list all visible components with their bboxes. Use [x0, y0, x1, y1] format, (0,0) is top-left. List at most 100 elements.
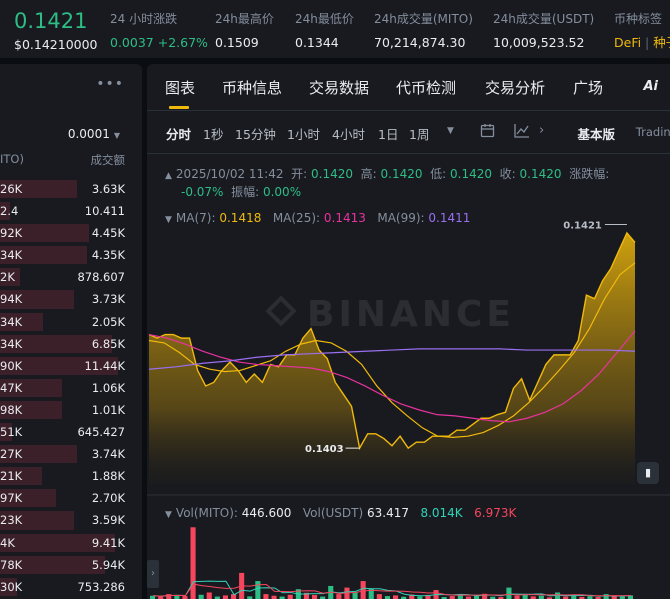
more-dots-icon[interactable]: ••• [96, 76, 124, 92]
ask-total: 1.88K [91, 469, 125, 484]
ask-total: 2.05K [91, 314, 125, 329]
tradingview-toggle[interactable]: Trading [636, 125, 670, 139]
ask-total: 645.427 [77, 425, 125, 440]
ai-assistant-icon[interactable]: Ai [643, 79, 658, 94]
ask-row[interactable]: 90K 11.44K [0, 355, 142, 377]
volume-bar [287, 594, 293, 599]
stat-label: 24h成交量(USDT) [493, 12, 595, 26]
volume-bar [312, 594, 318, 599]
tab-trade-data[interactable]: 交易数据 [309, 77, 369, 98]
ask-quantity: 78K [0, 557, 23, 572]
volume-bar [376, 594, 382, 599]
interval-1s[interactable]: 1秒 [203, 124, 223, 143]
scroll-left-icon[interactable]: › [147, 560, 159, 588]
ask-total: 11.44K [84, 358, 125, 373]
collapse-caret-icon[interactable]: ▲ [165, 171, 172, 181]
ask-rows: 26K 3.63K 2.4 10.411 92K 4.45K 34K 4.35K 2K 878.6… [0, 178, 142, 598]
interval-time[interactable]: 分时 [166, 124, 191, 143]
interval-4h[interactable]: 4小时 [332, 124, 365, 143]
tab-token-check[interactable]: 代币检测 [396, 77, 456, 98]
precision-select[interactable]: 0.0001 ▼ [68, 127, 120, 141]
tag-seed[interactable]: 种子 [653, 35, 670, 50]
ask-row[interactable]: 34K 4.35K [0, 244, 142, 266]
stat-24h-vol-mito: 24h成交量(MITO) 70,214,874.30 [374, 12, 473, 50]
ask-row[interactable]: 47K 1.06K [0, 377, 142, 399]
ask-row[interactable]: 98K 1.01K [0, 399, 142, 421]
legend-open: 0.1420 [311, 167, 353, 181]
collapse-caret-icon[interactable]: ▼ [165, 215, 172, 225]
legend-ma7-label: MA(7): [175, 211, 216, 225]
ask-total: 4.45K [91, 226, 125, 241]
stat-value: 10,009,523.52 [493, 35, 585, 50]
stat-label: 24h最低价 [295, 12, 354, 26]
stat-label: 24h最高价 [215, 12, 274, 26]
interval-1h[interactable]: 1小时 [287, 124, 320, 143]
stat-change-value: 0.0037 [110, 35, 154, 50]
ask-quantity: 26K [0, 182, 23, 196]
chevron-right-icon[interactable]: › [539, 123, 544, 138]
ask-row[interactable]: 97K 2.70K [0, 487, 142, 509]
indicators-icon[interactable] [514, 123, 530, 142]
tag-defi[interactable]: DeFi [614, 35, 641, 50]
interval-15m[interactable]: 15分钟 [235, 124, 276, 143]
volume-bar [222, 595, 228, 599]
calendar-icon[interactable] [480, 123, 495, 142]
ask-quantity: 27K [0, 447, 23, 462]
watermark-text: BINANCE [307, 294, 515, 335]
more-intervals-caret-icon[interactable]: ▼ [447, 126, 454, 136]
ask-row[interactable]: 2.4 10.411 [0, 200, 142, 222]
basic-view-toggle[interactable]: 基本版 [577, 124, 615, 143]
ask-row[interactable]: 30K 753.286 [0, 576, 142, 598]
ask-total: 1.01K [91, 402, 125, 417]
ask-row[interactable]: 34K 6.85K [0, 333, 142, 355]
legend-high-label: 高: [360, 167, 377, 181]
ask-quantity: 47K [0, 380, 23, 395]
tab-coin-info[interactable]: 币种信息 [222, 77, 282, 98]
volume-bar [255, 581, 261, 599]
last-price: 0.1421 [14, 9, 88, 33]
ask-total: 2.70K [91, 491, 125, 506]
chart-panel: 图表 币种信息 交易数据 代币检测 交易分析 广场 Ai 分时 1秒 15分钟 … [147, 64, 670, 599]
ask-row[interactable]: 94K 3.73K [0, 288, 142, 310]
ask-row[interactable]: 4K 9.41K [0, 532, 142, 554]
legend-ma25: 0.1413 [323, 211, 366, 225]
legend-vol: 446.600 [241, 506, 292, 520]
col-header-quantity: ITO) [0, 152, 24, 166]
ask-row[interactable]: 2K 878.607 [0, 266, 142, 288]
ask-quantity: 34K [0, 314, 23, 329]
ask-quantity: 4K [0, 535, 15, 550]
legend-volusdt-label: Vol(USDT) [302, 506, 364, 520]
ask-quantity: 94K [0, 292, 23, 307]
stat-value: 0.1344 [295, 35, 339, 50]
caret-down-icon: ▼ [113, 131, 120, 140]
ask-row[interactable]: 78K 5.94K [0, 554, 142, 576]
tab-trade-analysis[interactable]: 交易分析 [485, 77, 545, 98]
interval-1w[interactable]: 1周 [409, 124, 429, 143]
legend-open-label: 开: [291, 167, 308, 181]
volume-bar [190, 527, 196, 599]
ask-row[interactable]: 34K 2.05K [0, 311, 142, 333]
tab-square[interactable]: 广场 [573, 77, 603, 98]
ask-quantity: 90K [0, 358, 23, 373]
chart-settings-icon[interactable]: ▮ [637, 462, 659, 484]
ask-row[interactable]: 23K 3.59K [0, 509, 142, 531]
ask-row[interactable]: 92K 4.45K [0, 222, 142, 244]
volume-bar [336, 594, 342, 599]
ask-row[interactable]: 26K 3.63K [0, 178, 142, 200]
ask-row[interactable]: 21K 1.88K [0, 465, 142, 487]
ask-row[interactable]: 51K 645.427 [0, 421, 142, 443]
legend-ma99-label: MA(99): [377, 211, 425, 225]
stat-24h-low: 24h最低价 0.1344 [295, 12, 354, 50]
ask-total: 9.41K [91, 535, 125, 550]
ask-total: 10.411 [84, 204, 125, 219]
interval-1d[interactable]: 1日 [378, 124, 398, 143]
precision-value: 0.0001 [67, 127, 110, 141]
active-tab-indicator [169, 106, 189, 109]
volume-area [150, 527, 633, 599]
ask-row[interactable]: 27K 3.74K [0, 443, 142, 465]
tab-chart[interactable]: 图表 [165, 77, 195, 98]
ask-quantity: 34K [0, 336, 23, 351]
ask-total: 5.94K [91, 557, 125, 572]
collapse-caret-icon[interactable]: ▼ [165, 510, 172, 520]
volume-legend: ▼ Vol(MITO): 446.600 Vol(USDT) 63.417 8.0… [165, 506, 516, 520]
